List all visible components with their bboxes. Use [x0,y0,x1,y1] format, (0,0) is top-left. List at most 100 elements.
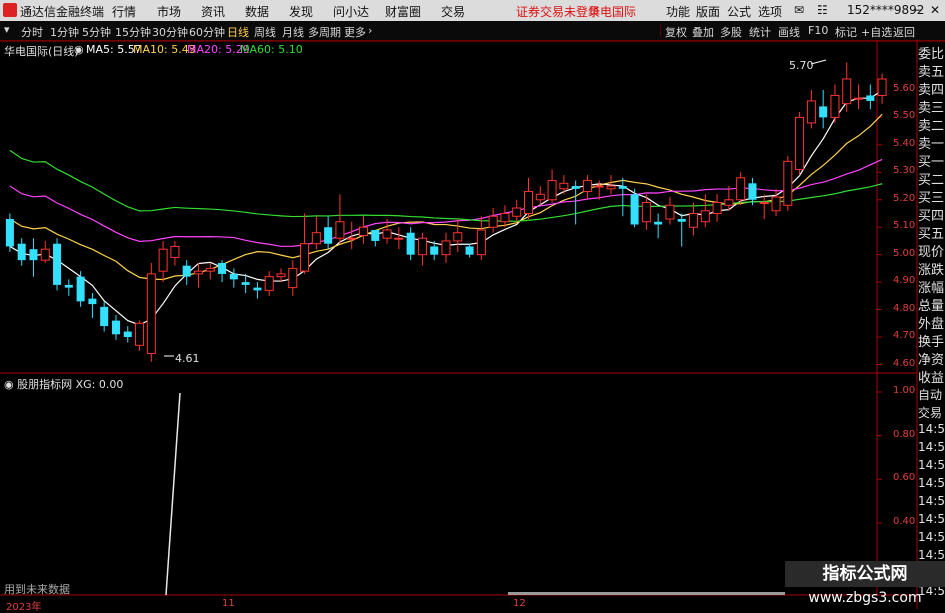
app-title: 通达信金融终端 [20,5,105,19]
sidebar-label: 卖二 [918,119,945,133]
tab-5min[interactable]: 5分钟 [82,24,111,40]
xg-label: XG: 0.00 [75,378,124,391]
menu-item-wealth[interactable]: 财富圈 [385,3,421,20]
candle-body [158,248,168,272]
candle-body [830,94,840,118]
menu-item-discover[interactable]: 发现 [289,3,313,20]
menu-item-quotes[interactable]: 行情 [112,3,136,20]
x-label-nov: 11 [222,598,235,609]
candle-body [394,237,404,240]
menu-item-function[interactable]: 功能 [666,3,690,20]
tab-multi-period[interactable]: 多周期 [308,24,341,40]
menu-item-layout[interactable]: 版面 [696,3,720,20]
watermark-title: 指标公式网 [785,561,945,587]
menu-item-market[interactable]: 市场 [157,3,181,20]
menu-item-data[interactable]: 数据 [245,3,269,20]
trade-time-label: 14:56 [918,530,945,544]
add-watchlist-button[interactable]: +自选 [861,24,892,40]
tab-intraday[interactable]: 分时 [21,24,43,40]
overlay-button[interactable]: 叠加 [692,24,714,40]
menu-bar: 通达信金融终端 行情 市场 资讯 数据 发现 问小达 财富圈 交易 证券交易未登… [0,0,945,21]
candle-body [641,202,651,223]
tab-weekly[interactable]: 周线 [254,24,276,40]
menu-item-ask[interactable]: 问小达 [333,3,369,20]
candle-body [229,273,238,280]
menu-item-options[interactable]: 选项 [758,3,782,20]
x-label-year: 2023年 [6,602,42,613]
candle-body [594,185,604,188]
candle-body [76,276,85,302]
ma5-line [9,89,883,326]
back-button[interactable]: 返回 [893,24,915,40]
candle-body [135,322,145,346]
minimize-icon[interactable]: − [912,3,922,17]
candle-body [17,243,26,261]
menu-item-trade[interactable]: 交易 [441,3,465,20]
candle-body [465,246,474,255]
f10-button[interactable]: F10 [808,24,828,37]
trade-time-label: 14:56 [918,494,945,508]
candle-body [347,237,357,240]
candle-body [748,183,757,200]
chevron-down-icon[interactable]: ▾ [4,23,10,36]
candle-body [866,95,875,101]
shirt-icon[interactable]: ☷ [817,3,828,17]
sub-y-tick-label: 0.60 [893,472,916,484]
sidebar-label: 卖三 [918,101,945,115]
candle-body [819,106,828,118]
candle-body [5,218,14,247]
candle-body [40,248,50,261]
tab-monthly[interactable]: 月线 [282,24,304,40]
candle-body [253,287,262,291]
candle-body [854,97,864,100]
y-tick-label: 5.30 [893,165,916,177]
future-data-note: 用到未来数据 [4,583,70,596]
settings-icon[interactable]: ◉ [74,43,84,56]
tab-1min[interactable]: 1分钟 [50,24,79,40]
candle-body [430,246,439,255]
menu-item-formula[interactable]: 公式 [727,3,751,20]
mark-button[interactable]: 标记 [835,24,857,40]
y-tick-label: 4.80 [893,302,916,314]
candle-body [606,185,616,190]
tab-more[interactable]: 更多 [344,24,366,40]
candle-body [736,177,746,201]
candle-body [806,100,816,124]
candle-body [783,160,793,206]
tab-15min[interactable]: 15分钟 [115,24,151,40]
candle-body [371,229,380,241]
candle-body [441,240,451,256]
tab-daily[interactable]: 日线 [227,24,249,40]
sidebar-label: 委比 [918,47,945,61]
chevron-right-icon[interactable]: › [368,24,372,37]
y-tick-label: 5.60 [893,82,916,94]
candle-body [759,202,769,205]
candle-body [205,267,215,272]
draw-line-button[interactable]: 画线 [778,24,800,40]
tab-60min[interactable]: 60分钟 [189,24,225,40]
sub-chart-title: ◉ 股朋指标网 XG: 0.00 [4,378,124,391]
sidebar-label: 总量 [918,299,945,313]
multi-stock-button[interactable]: 多股 [720,24,742,40]
sidebar-label: 卖五 [918,65,945,79]
stats-button[interactable]: 统计 [749,24,771,40]
menu-item-news[interactable]: 资讯 [201,3,225,20]
sidebar-label: 买五 [918,227,945,241]
price-chart[interactable] [0,0,945,609]
low-price-label: 4.61 [175,352,200,365]
y-tick-label: 5.00 [893,247,916,259]
adjust-button[interactable]: 复权 [665,24,687,40]
ma20-line [9,158,883,247]
trade-time-label: 14:56 [918,476,945,490]
tab-30min[interactable]: 30分钟 [152,24,188,40]
candle-body [512,207,522,217]
y-tick-label: 4.60 [893,357,916,369]
candle-body [677,218,686,222]
close-icon[interactable]: ✕ [930,3,940,17]
candle-body [335,221,345,239]
sidebar-label: 换手 [918,335,945,349]
candle-body [630,194,639,225]
mail-icon[interactable]: ✉ [794,3,804,17]
candle-body [100,306,109,327]
sidebar-label: 卖四 [918,83,945,97]
